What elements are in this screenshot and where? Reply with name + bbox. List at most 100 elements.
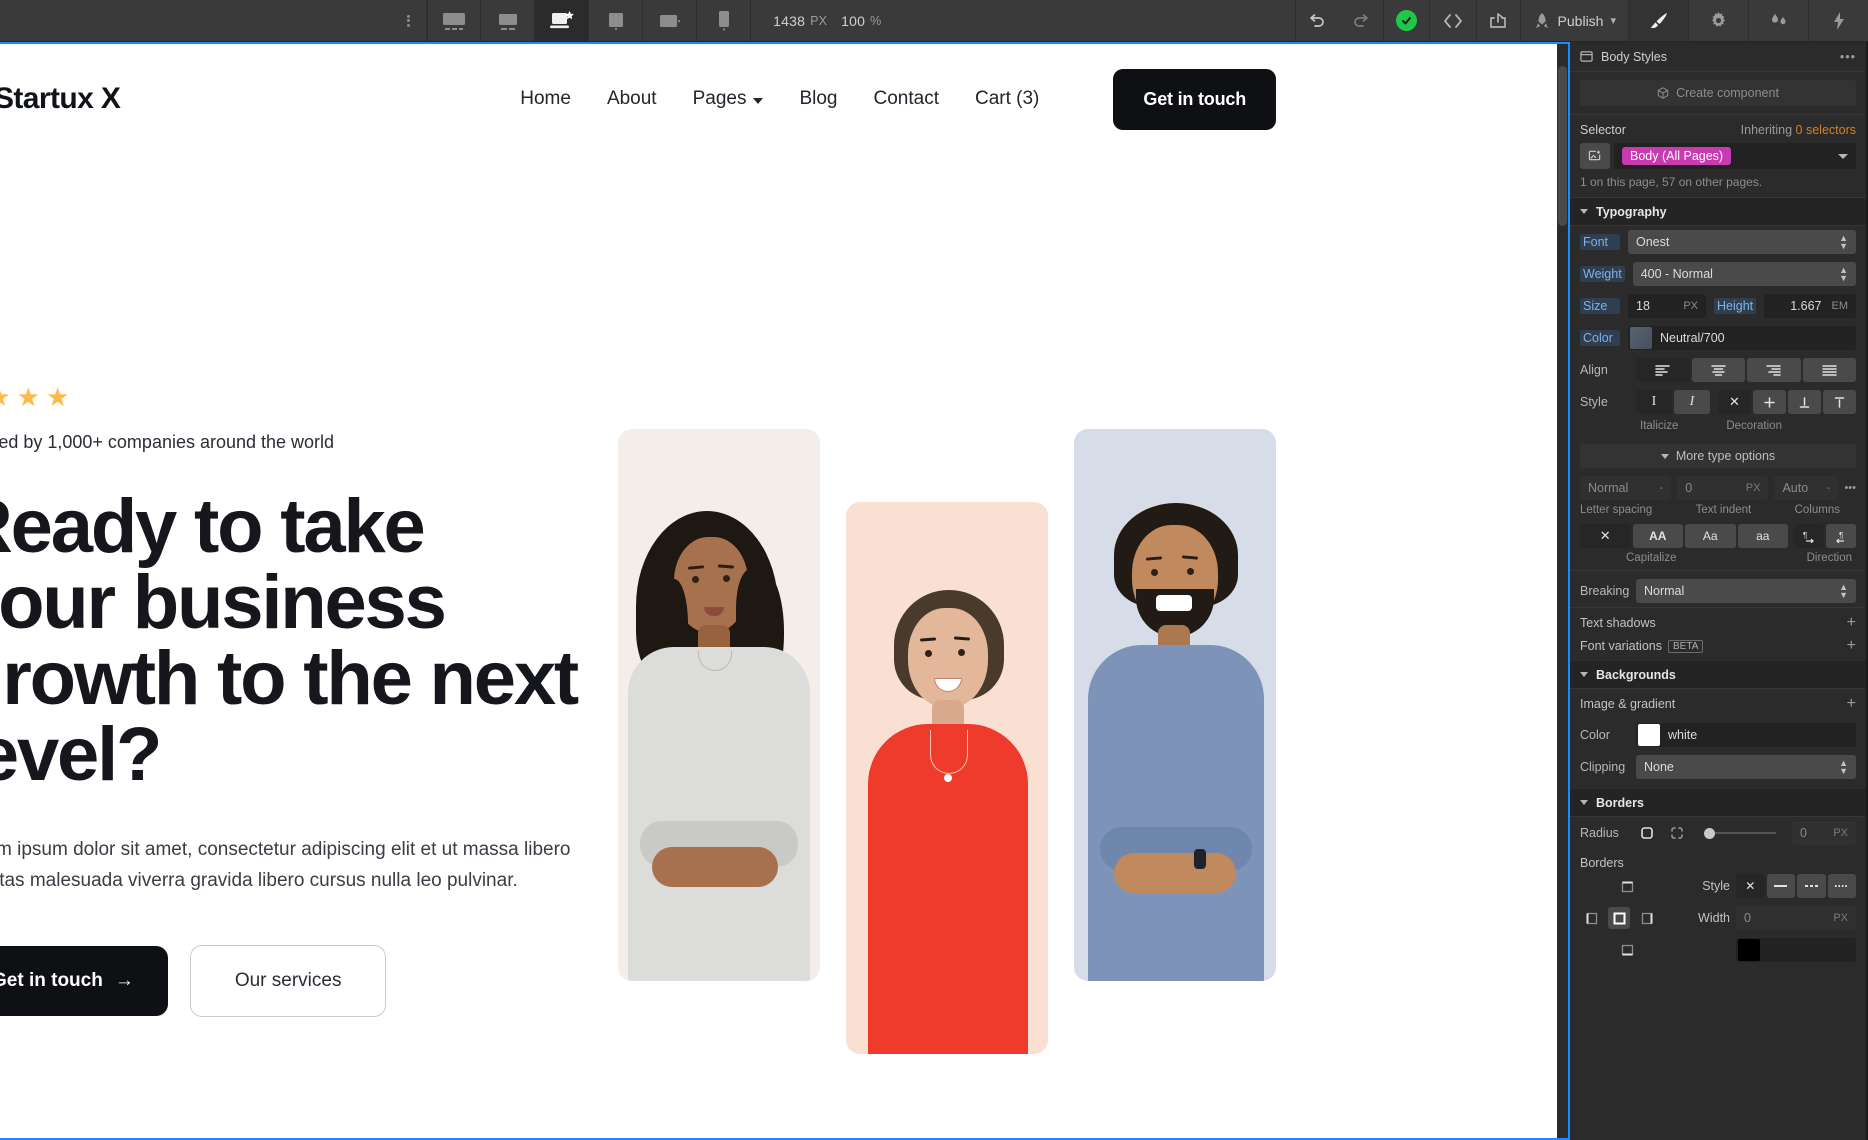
portrait-card-2[interactable]: [846, 502, 1048, 1054]
redo-button[interactable]: [1339, 0, 1383, 41]
selector-dropdown[interactable]: Body (All Pages): [1614, 143, 1856, 169]
decoration-strikethrough-button[interactable]: [1753, 390, 1786, 414]
direction-rtl-button[interactable]: ¶: [1826, 524, 1856, 548]
border-color-swatch[interactable]: [1738, 939, 1760, 961]
svg-text:¶: ¶: [1839, 531, 1843, 540]
border-left-button[interactable]: [1580, 907, 1602, 929]
background-color-field[interactable]: white: [1636, 723, 1856, 747]
nav-link-cart[interactable]: Cart (3): [975, 88, 1039, 110]
add-text-shadow-button[interactable]: +: [1847, 615, 1856, 631]
nav-link-home[interactable]: Home: [520, 88, 571, 110]
tablet-breakpoint-button[interactable]: [589, 0, 644, 41]
size-label[interactable]: Size: [1580, 298, 1620, 314]
text-color-label[interactable]: Color: [1580, 330, 1620, 346]
radius-input[interactable]: 0 PX: [1792, 821, 1856, 845]
weight-select[interactable]: 400 - Normal ▲ ▼: [1632, 262, 1856, 286]
direction-ltr-button[interactable]: ¶: [1794, 524, 1824, 548]
save-status-button[interactable]: [1382, 0, 1429, 41]
align-justify-button[interactable]: [1802, 358, 1856, 382]
hero-primary-button[interactable]: Get in touch →: [0, 945, 168, 1016]
border-style-dotted-button[interactable]: [1827, 874, 1856, 898]
border-color-field[interactable]: [1736, 938, 1856, 962]
radius-all-corners-button[interactable]: [1636, 822, 1658, 844]
borders-section-header[interactable]: Borders: [1570, 789, 1866, 817]
canvas-scrollbar-thumb[interactable]: [1558, 66, 1567, 226]
text-color-swatch[interactable]: [1630, 327, 1652, 349]
more-options-icon[interactable]: [391, 0, 428, 41]
font-size-input[interactable]: 18 PX: [1628, 294, 1706, 318]
columns-input[interactable]: Auto -: [1774, 476, 1839, 500]
border-style-none-button[interactable]: ✕: [1736, 874, 1765, 898]
canvas-scrollbar[interactable]: [1557, 44, 1568, 1138]
align-right-button[interactable]: [1747, 358, 1801, 382]
nav-link-contact[interactable]: Contact: [874, 88, 939, 110]
settings-panel-button[interactable]: [1688, 0, 1748, 41]
nav-get-in-touch-button[interactable]: Get in touch: [1113, 68, 1276, 130]
font-select[interactable]: Onest ▲ ▼: [1628, 230, 1856, 254]
add-font-variation-button[interactable]: +: [1847, 638, 1856, 654]
lowercase-button[interactable]: aa: [1737, 524, 1788, 548]
canvas-size-zoom[interactable]: 1438 PX 100 %: [751, 0, 903, 41]
border-bottom-button[interactable]: [1616, 939, 1638, 961]
radius-slider-knob[interactable]: [1704, 827, 1715, 839]
border-top-button[interactable]: [1616, 875, 1638, 897]
hero-secondary-button[interactable]: Our services: [189, 944, 387, 1017]
mobile-portrait-breakpoint-button[interactable]: [697, 0, 752, 41]
italic-off-button[interactable]: I: [1636, 390, 1672, 414]
portrait-card-1[interactable]: [618, 429, 820, 981]
mobile-landscape-breakpoint-button[interactable]: [643, 0, 698, 41]
background-color-swatch[interactable]: [1638, 724, 1660, 746]
decoration-none-button[interactable]: ✕: [1718, 390, 1751, 414]
typography-section-header[interactable]: Typography: [1570, 198, 1866, 226]
border-style-solid-button[interactable]: [1766, 874, 1795, 898]
line-height-label[interactable]: Height: [1714, 298, 1757, 314]
italic-on-button[interactable]: I: [1674, 390, 1710, 414]
selector-image-icon[interactable]: [1580, 143, 1610, 169]
add-image-gradient-button[interactable]: +: [1847, 696, 1856, 712]
style-panel-menu-button[interactable]: •••: [1840, 50, 1856, 64]
radius-slider-track[interactable]: [1715, 832, 1776, 834]
site-logo[interactable]: Startux X: [0, 82, 121, 116]
align-left-button[interactable]: [1636, 358, 1690, 382]
text-color-field[interactable]: Neutral/700: [1628, 326, 1856, 350]
decoration-overline-button[interactable]: [1823, 390, 1856, 414]
backgrounds-section-header[interactable]: Backgrounds: [1570, 661, 1866, 689]
canvas-viewport[interactable]: Startux X Home About Pages Blog Contact …: [0, 42, 1570, 1140]
code-view-button[interactable]: [1428, 0, 1476, 41]
desktop-xl-breakpoint-button[interactable]: [427, 0, 482, 41]
create-component-button[interactable]: Create component: [1580, 80, 1856, 106]
nav-link-about[interactable]: About: [607, 88, 657, 110]
clipping-select[interactable]: None ▲ ▼: [1636, 755, 1856, 779]
weight-label[interactable]: Weight: [1580, 266, 1625, 282]
nav-link-blog[interactable]: Blog: [799, 88, 837, 110]
letter-spacing-input[interactable]: Normal -: [1580, 476, 1672, 500]
border-all-sides-button[interactable]: [1608, 907, 1630, 929]
capitalize-button[interactable]: Aa: [1685, 524, 1736, 548]
align-center-button[interactable]: [1691, 358, 1745, 382]
breaking-select[interactable]: Normal ▲ ▼: [1636, 579, 1856, 603]
desktop-large-breakpoint-button[interactable]: [481, 0, 536, 41]
radius-individual-corners-button[interactable]: [1666, 822, 1688, 844]
uppercase-button[interactable]: AA: [1632, 524, 1683, 548]
lightning-panel-button[interactable]: [1808, 0, 1868, 41]
desktop-base-breakpoint-button[interactable]: [535, 0, 590, 41]
text-indent-input[interactable]: 0 PX: [1677, 476, 1769, 500]
border-style-dashed-button[interactable]: [1797, 874, 1826, 898]
canvas-scroll-area[interactable]: Startux X Home About Pages Blog Contact …: [0, 44, 1568, 1138]
publish-button[interactable]: Publish ▾: [1519, 0, 1628, 41]
undo-button[interactable]: [1294, 0, 1339, 41]
decoration-underline-button[interactable]: [1788, 390, 1821, 414]
font-label[interactable]: Font: [1580, 234, 1620, 250]
border-width-input[interactable]: 0 PX: [1736, 906, 1856, 930]
style-panel-button[interactable]: [1628, 0, 1688, 41]
line-height-input[interactable]: 1.667 EM: [1764, 294, 1856, 318]
export-button[interactable]: [1475, 0, 1520, 41]
border-right-button[interactable]: [1636, 907, 1658, 929]
interactions-panel-button[interactable]: [1748, 0, 1808, 41]
radius-slider[interactable]: [1704, 827, 1776, 839]
columns-more-button[interactable]: •••: [1844, 482, 1856, 494]
capitalize-none-button[interactable]: ✕: [1580, 524, 1631, 548]
nav-link-pages[interactable]: Pages: [693, 88, 764, 110]
portrait-card-3[interactable]: [1074, 429, 1276, 981]
more-type-options-button[interactable]: More type options: [1580, 444, 1856, 468]
